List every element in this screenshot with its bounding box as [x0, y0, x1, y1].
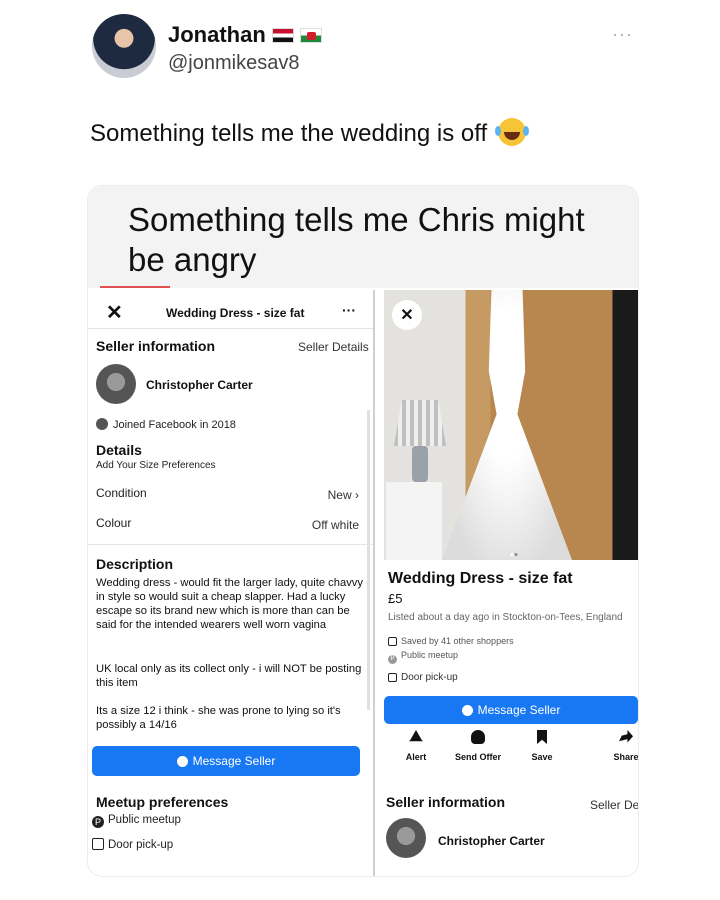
seller-details-link: Seller Details: [590, 798, 638, 812]
close-icon: ✕: [392, 300, 422, 330]
display-name[interactable]: Jonathan: [168, 22, 266, 48]
divider: [88, 544, 373, 545]
lamp-base: [412, 446, 428, 482]
public-meetup-text: Public meetup: [401, 650, 459, 660]
seller-avatar: [96, 364, 136, 404]
condition-text: New: [327, 488, 352, 502]
message-icon: [176, 755, 188, 767]
listing-price: £5: [388, 591, 403, 606]
listing-photo: [384, 290, 638, 560]
scrollbar: [367, 410, 370, 710]
seller-info-heading: Seller information: [386, 794, 506, 810]
size-preferences: Add Your Size Preferences: [96, 460, 216, 471]
listing-details-screenshot: ✕ Wedding Dress - size fat ··· Seller in…: [88, 290, 373, 876]
condition-value: New ›: [328, 488, 359, 502]
menu-icon: ···: [342, 302, 356, 318]
emoji-laughing-icon: [494, 118, 526, 146]
save-label: Save: [531, 752, 553, 762]
share-action: Share: [598, 730, 638, 762]
save-bookmark-icon: [537, 730, 547, 744]
condition-label: Condition: [96, 486, 147, 500]
wedding-dress: [442, 290, 572, 560]
user-handle[interactable]: @jonmikesav8: [168, 52, 299, 75]
seller-info-heading: Seller information: [96, 338, 216, 354]
divider: [100, 286, 170, 288]
more-options-icon[interactable]: ···: [612, 24, 633, 45]
send-offer-icon: [471, 730, 485, 744]
message-seller-label: Message Seller: [192, 754, 276, 768]
wales-flag-icon: [299, 27, 322, 43]
listing-title: Wedding Dress - size fat: [388, 570, 573, 587]
photo-pager-dots: [510, 544, 518, 556]
send-offer-label: Send Offer: [454, 752, 501, 762]
pager-dots-icon: [510, 553, 518, 556]
door-pickup: Door pick-up: [388, 672, 458, 683]
tweet-text: Something tells me the wedding is off: [90, 118, 526, 148]
details-heading: Details: [96, 442, 142, 458]
colour-label: Colour: [96, 516, 132, 530]
tweet-text-body: Something tells me the wedding is off: [90, 120, 488, 147]
parking-icon: P: [92, 816, 104, 828]
public-meetup: P Public meetup: [388, 650, 458, 664]
door-icon: [388, 673, 397, 682]
chevron-right-icon: ›: [355, 488, 359, 502]
avatar[interactable]: [92, 14, 156, 78]
seller-avatar: [386, 818, 426, 858]
meme-caption: Something tells me Chris might be angry: [128, 201, 585, 278]
description-paragraph: Its a size 12 i think - she was prone to…: [96, 705, 341, 731]
name-line: Jonathan: [168, 22, 322, 48]
bedside-table: [386, 482, 442, 560]
share-label: Share: [613, 752, 638, 762]
public-meetup: P Public meetup: [92, 814, 181, 828]
alert-label: Alert: [405, 752, 427, 762]
tweet-image[interactable]: Something tells me Chris might be angry …: [88, 186, 638, 876]
joined-text: Joined Facebook in 2018: [113, 419, 236, 431]
share-icon: [619, 730, 633, 743]
meetup-heading: Meetup preferences: [96, 794, 229, 810]
save-action: Save: [514, 730, 570, 762]
door-pickup-text: Door pick-up: [108, 839, 174, 851]
message-seller-label: Message Seller: [477, 703, 561, 717]
caption-box: Something tells me Chris might be angry: [88, 186, 638, 288]
joined-facebook: Joined Facebook in 2018: [96, 418, 236, 431]
colour-value: Off white: [311, 518, 359, 532]
listing-photo-screenshot: ✕ Wedding Dress - size fat £5 Listed abo…: [384, 290, 638, 876]
divider: [88, 328, 373, 329]
door-pickup-text: Door pick-up: [401, 672, 458, 683]
seller-name: Christopher Carter: [438, 834, 545, 848]
screenshot-divider: [373, 290, 375, 876]
listing-title: Wedding Dress - size fat: [166, 306, 305, 320]
description-paragraph: UK local only as its collect only - i wi…: [96, 663, 362, 689]
seller-name: Christopher Carter: [146, 378, 253, 392]
description-paragraph: Wedding dress - would fit the larger lad…: [96, 577, 363, 631]
description-heading: Description: [96, 556, 174, 572]
egypt-flag-icon: [271, 27, 294, 43]
alert-action: Alert: [388, 730, 444, 762]
facebook-icon: [96, 418, 108, 430]
alert-bell-icon: [409, 730, 423, 742]
message-seller-button: Message Seller: [384, 696, 638, 724]
door-pickup: Door pick-up: [92, 838, 173, 851]
message-icon: [461, 704, 473, 716]
public-meetup-text: Public meetup: [108, 814, 181, 826]
listing-location: Listed about a day ago in Stockton-on-Te…: [388, 612, 623, 623]
saved-count: Saved by 41 other shoppers: [388, 636, 514, 646]
bookmark-icon: [388, 637, 397, 646]
door-icon: [92, 838, 104, 850]
parking-icon: P: [388, 655, 397, 664]
lamp-shade: [394, 400, 446, 446]
seller-details-link: Seller Details: [298, 340, 369, 354]
message-seller-button: Message Seller: [92, 746, 360, 776]
saved-text: Saved by 41 other shoppers: [401, 636, 514, 646]
send-offer-action: Send Offer: [450, 730, 506, 762]
tweet-header: Jonathan @jonmikesav8 ···: [92, 14, 652, 84]
close-icon: ✕: [106, 302, 123, 324]
